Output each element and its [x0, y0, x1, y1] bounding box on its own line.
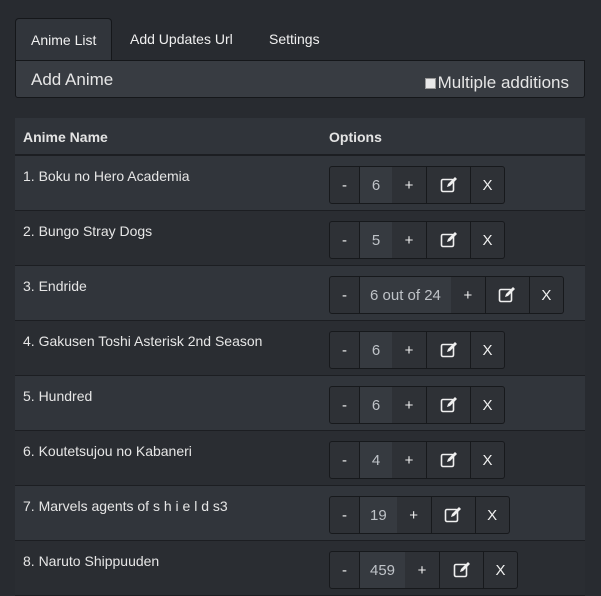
delete-button[interactable]: X [471, 166, 505, 204]
delete-button[interactable]: X [471, 221, 505, 259]
multiple-additions-checkbox[interactable] [424, 77, 436, 89]
edit-button[interactable] [427, 221, 471, 259]
delete-button[interactable]: X [475, 496, 510, 534]
episode-count: 6 [360, 386, 392, 424]
edit-button[interactable] [427, 331, 471, 369]
edit-icon [453, 562, 470, 578]
multiple-additions-toggle[interactable]: Multiple additions [424, 73, 569, 93]
edit-icon [440, 177, 457, 193]
edit-button[interactable] [431, 496, 476, 534]
episode-controls: - 6 + X [329, 331, 505, 369]
episode-controls: - 6 + X [329, 166, 505, 204]
edit-button[interactable] [485, 276, 530, 314]
episode-count: 6 out of 24 [360, 276, 451, 314]
table-row: 6. Koutetsujou no Kabaneri - 4 + X [15, 431, 585, 486]
episode-count: 5 [360, 221, 392, 259]
anime-table: Anime Name Options 1. Boku no Hero Acade… [15, 118, 585, 596]
edit-button[interactable] [440, 551, 485, 589]
delete-button[interactable]: X [484, 551, 519, 589]
table-row: 1. Boku no Hero Academia - 6 + X [15, 156, 585, 211]
delete-button[interactable]: X [471, 331, 505, 369]
episode-count: 6 [360, 331, 392, 369]
table-row: 2. Bungo Stray Dogs - 5 + X [15, 211, 585, 266]
anime-name: 2. Bungo Stray Dogs [23, 223, 153, 239]
multiple-additions-label: Multiple additions [437, 73, 569, 92]
episode-controls: - 6 out of 24 + X [329, 276, 564, 314]
episode-count: 459 [360, 551, 406, 589]
delete-button[interactable]: X [471, 441, 505, 479]
increment-button[interactable]: + [392, 441, 427, 479]
episode-count: 6 [360, 166, 392, 204]
episode-count: 4 [360, 441, 392, 479]
edit-icon [440, 342, 457, 358]
decrement-button[interactable]: - [329, 221, 360, 259]
tab-settings[interactable]: Settings [254, 18, 335, 60]
edit-icon [440, 232, 457, 248]
table-row: 4. Gakusen Toshi Asterisk 2nd Season - 6… [15, 321, 585, 376]
delete-button[interactable]: X [529, 276, 564, 314]
tab-bar: Anime List Add Updates Url Settings [15, 18, 585, 61]
tab-add-updates-url[interactable]: Add Updates Url [115, 18, 248, 60]
edit-icon [499, 287, 516, 303]
increment-button[interactable]: + [392, 166, 427, 204]
decrement-button[interactable]: - [329, 276, 360, 314]
header-options: Options [329, 129, 382, 145]
edit-button[interactable] [427, 166, 471, 204]
table-row: 3. Endride - 6 out of 24 + X [15, 266, 585, 321]
add-anime-bar[interactable]: Add Anime Multiple additions [15, 60, 585, 98]
table-row: 5. Hundred - 6 + X [15, 376, 585, 431]
header-anime-name: Anime Name [23, 129, 108, 145]
increment-button[interactable]: + [396, 496, 432, 534]
edit-icon [440, 452, 457, 468]
table-row: 7. Marvels agents of s h i e l d s3 - 19… [15, 486, 585, 541]
increment-button[interactable]: + [450, 276, 486, 314]
decrement-button[interactable]: - [329, 441, 360, 479]
episode-controls: - 6 + X [329, 386, 505, 424]
table-header: Anime Name Options [15, 118, 585, 156]
episode-controls: - 459 + X [329, 551, 519, 589]
decrement-button[interactable]: - [329, 551, 360, 589]
anime-name: 8. Naruto Shippuuden [23, 553, 160, 569]
episode-controls: - 5 + X [329, 221, 505, 259]
episode-count: 19 [360, 496, 397, 534]
increment-button[interactable]: + [405, 551, 441, 589]
episode-controls: - 19 + X [329, 496, 510, 534]
anime-name: 6. Koutetsujou no Kabaneri [23, 443, 192, 459]
edit-icon [444, 507, 462, 523]
decrement-button[interactable]: - [329, 166, 360, 204]
edit-button[interactable] [427, 441, 471, 479]
edit-icon [440, 397, 457, 413]
decrement-button[interactable]: - [329, 496, 360, 534]
decrement-button[interactable]: - [329, 331, 360, 369]
anime-name: 3. Endride [23, 278, 87, 294]
increment-button[interactable]: + [392, 386, 427, 424]
add-anime-title[interactable]: Add Anime [31, 70, 113, 90]
anime-name: 4. Gakusen Toshi Asterisk 2nd Season [23, 333, 263, 349]
decrement-button[interactable]: - [329, 386, 360, 424]
delete-button[interactable]: X [471, 386, 505, 424]
table-row: 8. Naruto Shippuuden - 459 + X [15, 541, 585, 596]
edit-button[interactable] [427, 386, 471, 424]
anime-name: 7. Marvels agents of s h i e l d s3 [23, 498, 228, 514]
tab-anime-list[interactable]: Anime List [15, 18, 113, 61]
increment-button[interactable]: + [392, 331, 427, 369]
increment-button[interactable]: + [392, 221, 427, 259]
anime-name: 5. Hundred [23, 388, 93, 404]
anime-name: 1. Boku no Hero Academia [23, 168, 190, 184]
episode-controls: - 4 + X [329, 441, 505, 479]
